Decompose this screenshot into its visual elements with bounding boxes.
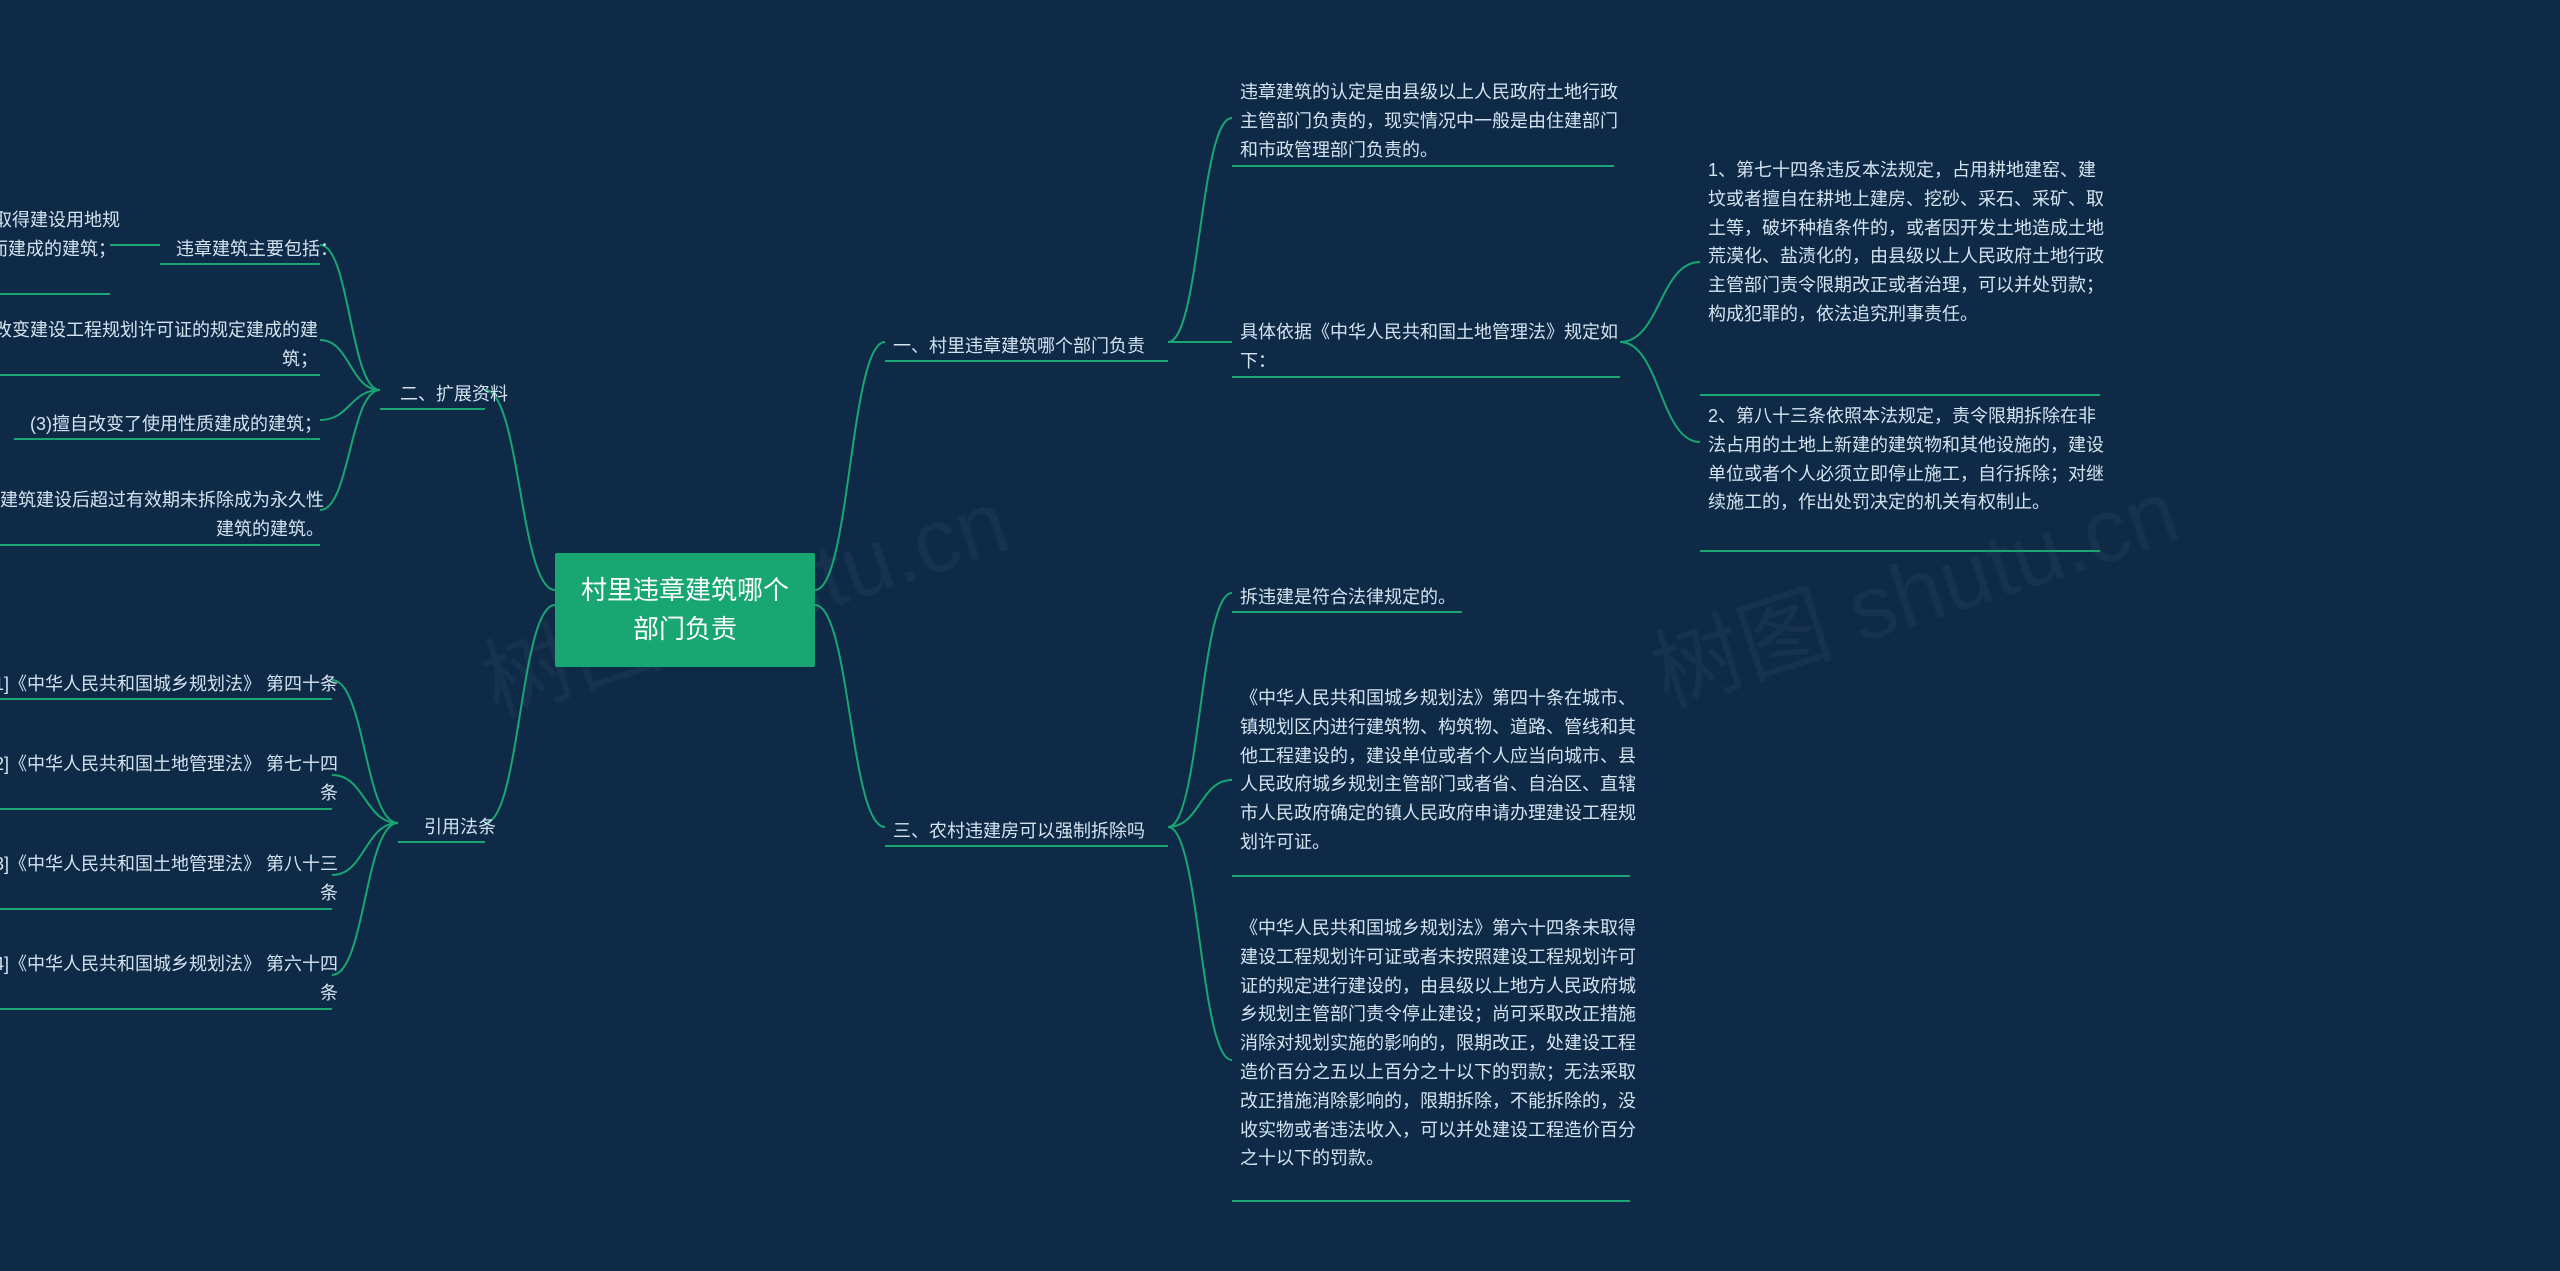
leaf-ref-3[interactable]: [3]《中华人民共和国土地管理法》 第八十三条	[0, 846, 346, 912]
leaf-s2-c4[interactable]: (4)临时建筑建设后超过有效期未拆除成为永久性建筑的建筑。	[0, 482, 332, 548]
leaf-ref-4[interactable]: [4]《中华人民共和国城乡规划法》 第六十四条	[0, 946, 346, 1012]
mindmap-canvas: 树图 shutu.cn 树图 shutu.cn	[0, 0, 2560, 1271]
leaf-s3-c3[interactable]: 《中华人民共和国城乡规划法》第六十四条未取得建设工程规划许可证或者未按照建设工程…	[1232, 910, 1646, 1177]
leaf-s3-c2[interactable]: 《中华人民共和国城乡规划法》第四十条在城市、镇规划区内进行建筑物、构筑物、道路、…	[1232, 680, 1646, 861]
leaf-s2-c1[interactable]: (1)未申请或申请未获得批准，未取得建设用地规划许可证和建设工程规划许可证而建成…	[0, 202, 132, 268]
root-node[interactable]: 村里违章建筑哪个部门负责	[555, 553, 815, 667]
leaf-s1-c2-1[interactable]: 1、第七十四条违反本法规定，占用耕地建窑、建坟或者擅自在耕地上建房、挖砂、采石、…	[1700, 152, 2116, 333]
leaf-s1-c1[interactable]: 违章建筑的认定是由县级以上人民政府土地行政主管部门负责的，现实情况中一般是由住建…	[1232, 74, 1630, 168]
leaf-s1-c2-2[interactable]: 2、第八十三条依照本法规定，责令限期拆除在非法占用的土地上新建的建筑物和其他设施…	[1700, 398, 2116, 521]
leaf-s1-c2[interactable]: 具体依据《中华人民共和国土地管理法》规定如下：	[1232, 314, 1638, 380]
leaf-s2-c2[interactable]: (2)擅自改变建设工程规划许可证的规定建成的建筑；	[0, 312, 326, 378]
leaf-ref-2[interactable]: [2]《中华人民共和国土地管理法》 第七十四条	[0, 746, 346, 812]
